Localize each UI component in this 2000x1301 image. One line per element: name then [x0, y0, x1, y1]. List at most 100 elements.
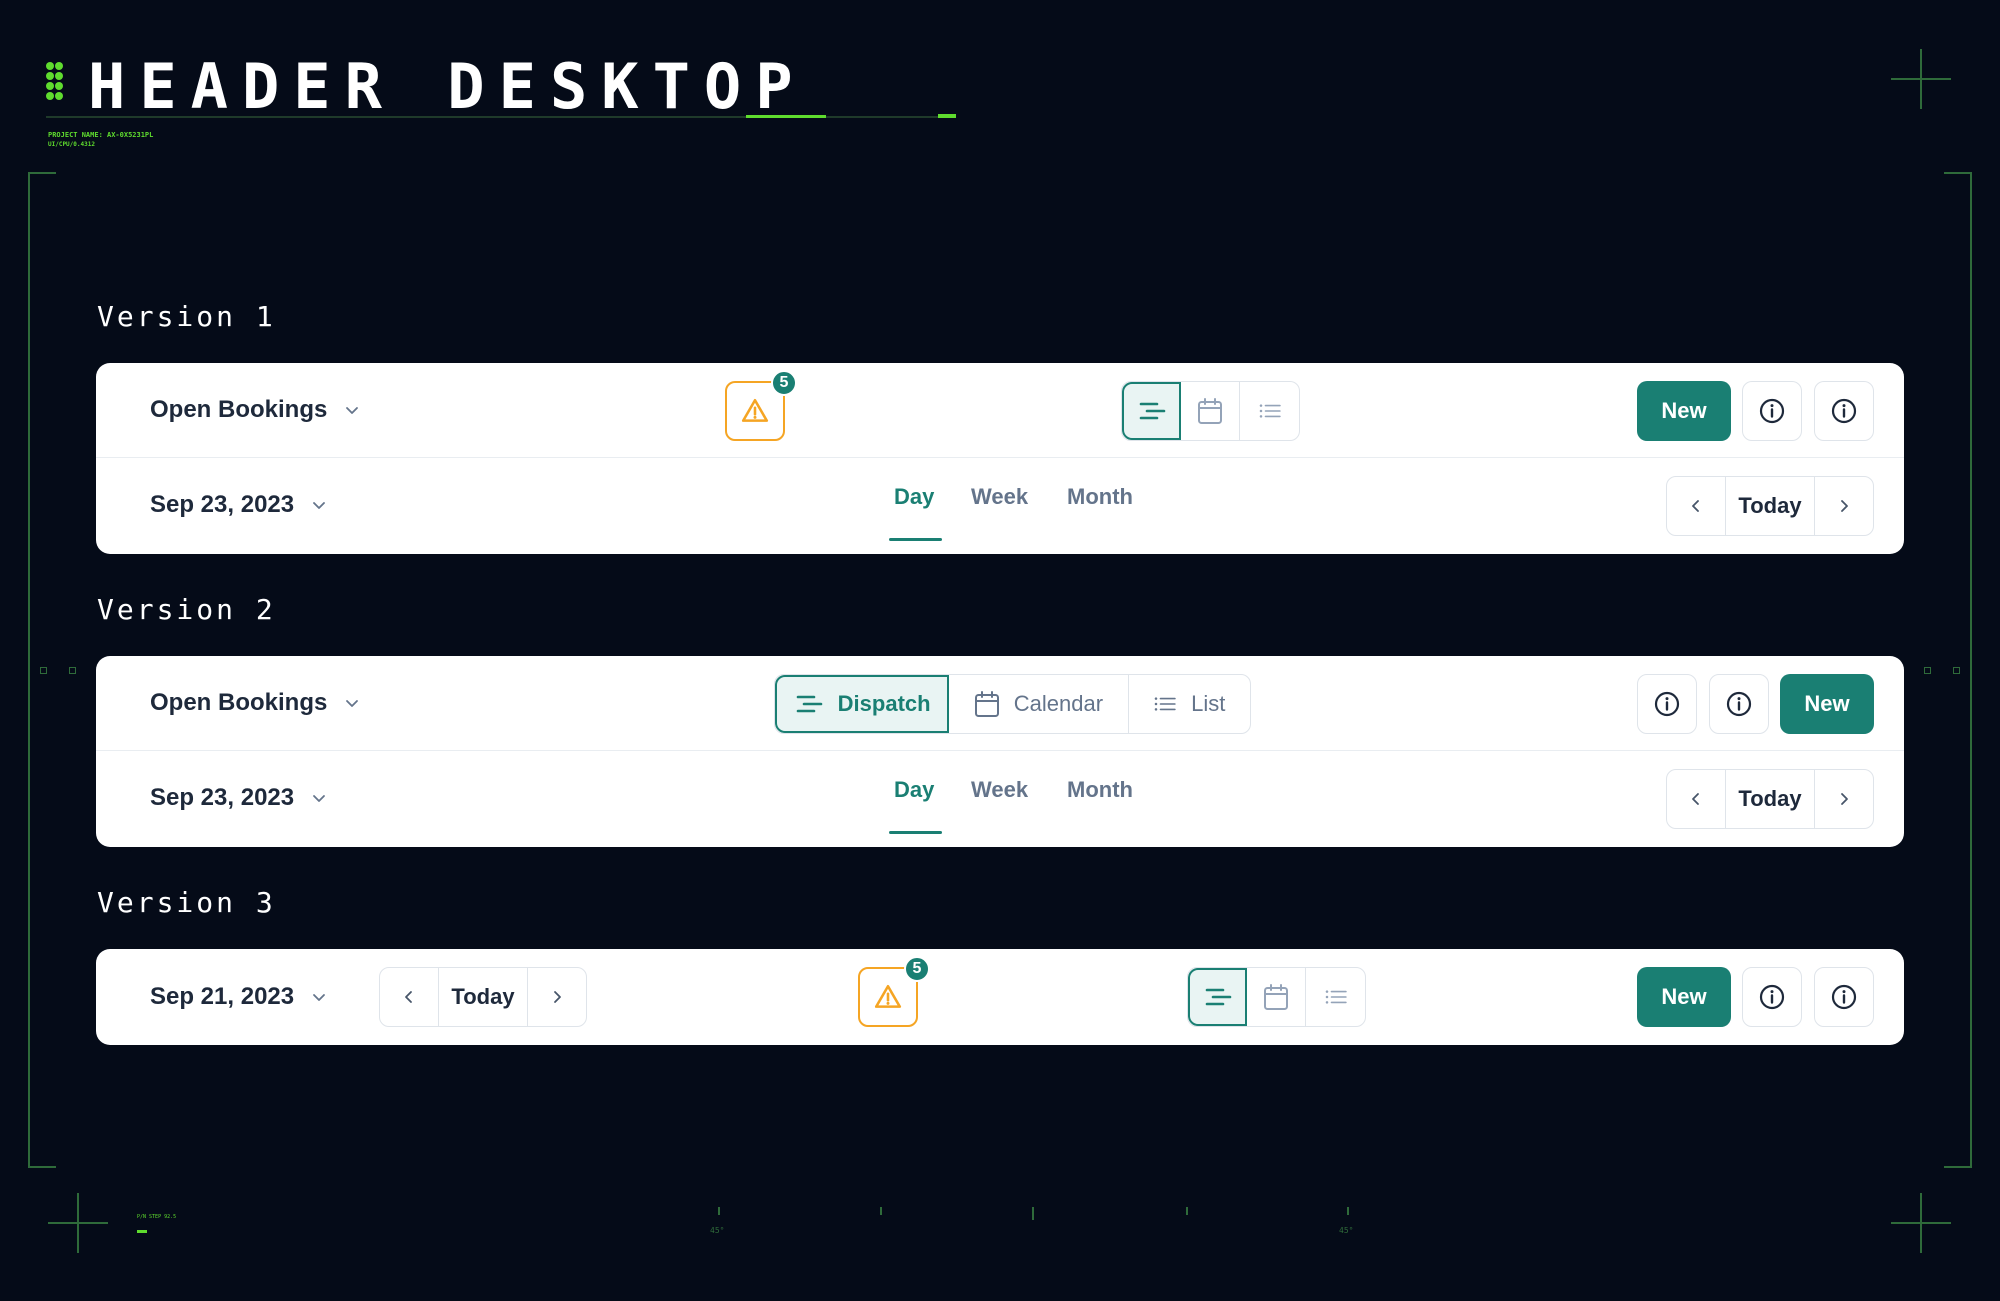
info-icon: [1653, 690, 1681, 718]
list-icon: [1258, 402, 1282, 420]
view-calendar-button[interactable]: Calendar: [949, 675, 1129, 733]
list-icon: [1153, 695, 1177, 713]
today-button[interactable]: Today: [1725, 477, 1815, 535]
previous-button[interactable]: [1667, 770, 1725, 828]
view-dispatch-button[interactable]: Dispatch: [775, 675, 950, 733]
header-panel-v2: Open Bookings Dispatch Calendar List New: [96, 656, 1904, 847]
crosshair-icon: [1891, 49, 1951, 109]
page-title: HEADER DESKTOP: [88, 50, 807, 123]
degree-label: 45°: [1339, 1226, 1354, 1235]
dispatch-icon: [1203, 985, 1233, 1009]
meta-code: UI/CPU/0.4312: [48, 141, 95, 148]
next-button[interactable]: [1815, 770, 1873, 828]
info-button[interactable]: [1742, 381, 1802, 441]
bookings-filter-dropdown[interactable]: Open Bookings: [150, 363, 359, 457]
list-icon: [1324, 988, 1348, 1006]
alert-count-badge: 5: [771, 370, 797, 396]
info-button[interactable]: [1709, 674, 1769, 734]
footer-dash: [137, 1230, 147, 1233]
header-bottom-row: Sep 23, 2023 Day Week Month Today: [96, 750, 1904, 844]
chevron-right-icon: [1837, 499, 1851, 513]
new-button[interactable]: New: [1780, 674, 1874, 734]
alerts-button[interactable]: 5: [725, 370, 797, 441]
bookings-filter-dropdown[interactable]: Open Bookings: [150, 656, 359, 750]
view-switcher: [1121, 381, 1300, 441]
chevron-left-icon: [1689, 792, 1703, 806]
tab-day[interactable]: Day: [894, 777, 934, 803]
version-label: Version 1: [97, 300, 276, 333]
alerts-button[interactable]: 5: [858, 956, 930, 1027]
today-button[interactable]: Today: [438, 968, 528, 1026]
active-tab-indicator: [889, 831, 942, 834]
date-picker-dropdown[interactable]: Sep 21, 2023: [150, 949, 326, 1045]
warning-triangle-icon: [873, 982, 903, 1012]
title-underline-accent: [746, 115, 826, 118]
tab-month[interactable]: Month: [1067, 777, 1133, 803]
header-bottom-row: Sep 23, 2023 Day Week Month Today: [96, 457, 1904, 551]
view-list-button[interactable]: List: [1129, 675, 1250, 733]
info-icon: [1830, 983, 1858, 1011]
info-icon: [1758, 397, 1786, 425]
previous-button[interactable]: [1667, 477, 1725, 535]
degree-label: 45°: [710, 1226, 725, 1235]
next-button[interactable]: [528, 968, 586, 1026]
new-button[interactable]: New: [1637, 381, 1731, 441]
view-list-button[interactable]: [1306, 968, 1365, 1026]
calendar-icon: [1263, 983, 1289, 1011]
version-label: Version 2: [97, 593, 276, 626]
ruler-tick: [880, 1207, 882, 1215]
frame-marker: [69, 667, 76, 674]
dispatch-icon: [794, 692, 824, 716]
version-label: Version 3: [97, 886, 276, 919]
crosshair-icon: [1891, 1193, 1951, 1253]
calendar-icon: [1197, 397, 1223, 425]
warning-triangle-icon: [740, 396, 770, 426]
view-switcher: [1187, 967, 1366, 1027]
date-pager: Today: [1666, 476, 1874, 536]
view-calendar-button[interactable]: [1247, 968, 1307, 1026]
ruler-tick: [1032, 1207, 1034, 1220]
chevron-down-icon: [345, 696, 359, 710]
info-button[interactable]: [1742, 967, 1802, 1027]
view-switcher: Dispatch Calendar List: [774, 674, 1251, 734]
ruler-tick: [1347, 1207, 1349, 1215]
chevron-down-icon: [312, 990, 326, 1004]
ruler-tick: [1186, 1207, 1188, 1215]
header-panel-v1: Open Bookings 5 New Sep 23, 2023 Day Wee…: [96, 363, 1904, 554]
today-button[interactable]: Today: [1725, 770, 1815, 828]
previous-button[interactable]: [380, 968, 438, 1026]
chevron-left-icon: [1689, 499, 1703, 513]
frame-marker: [1924, 667, 1931, 674]
header-panel-v3: Sep 21, 2023 Today 5 New: [96, 949, 1904, 1045]
view-dispatch-button[interactable]: [1122, 382, 1182, 440]
footer-meta: P/N STEP 92.5: [137, 1214, 177, 1220]
active-tab-indicator: [889, 538, 942, 541]
info-button[interactable]: [1814, 967, 1874, 1027]
tab-week[interactable]: Week: [971, 484, 1028, 510]
tab-month[interactable]: Month: [1067, 484, 1133, 510]
info-icon: [1758, 983, 1786, 1011]
range-tabs: Day Week Month: [96, 458, 1904, 552]
project-name: PROJECT NAME: AX-0X5231PL: [48, 131, 154, 139]
current-date: Sep 21, 2023: [150, 983, 295, 1010]
range-tabs: Day Week Month: [96, 751, 1904, 845]
ruler-tick: [718, 1207, 720, 1215]
info-icon: [1830, 397, 1858, 425]
next-button[interactable]: [1815, 477, 1873, 535]
new-button[interactable]: New: [1637, 967, 1731, 1027]
info-icon: [1725, 690, 1753, 718]
info-button[interactable]: [1637, 674, 1697, 734]
title-dots-icon: [46, 62, 68, 108]
tab-week[interactable]: Week: [971, 777, 1028, 803]
view-dispatch-button[interactable]: [1188, 968, 1248, 1026]
frame-marker: [1953, 667, 1960, 674]
view-list-button[interactable]: [1240, 382, 1299, 440]
crosshair-icon: [48, 1193, 108, 1253]
info-button[interactable]: [1814, 381, 1874, 441]
bookings-filter-label: Open Bookings: [150, 689, 328, 716]
frame-marker: [40, 667, 47, 674]
view-calendar-button[interactable]: [1181, 382, 1241, 440]
chevron-left-icon: [402, 990, 416, 1004]
alert-count-badge: 5: [904, 956, 930, 982]
tab-day[interactable]: Day: [894, 484, 934, 510]
